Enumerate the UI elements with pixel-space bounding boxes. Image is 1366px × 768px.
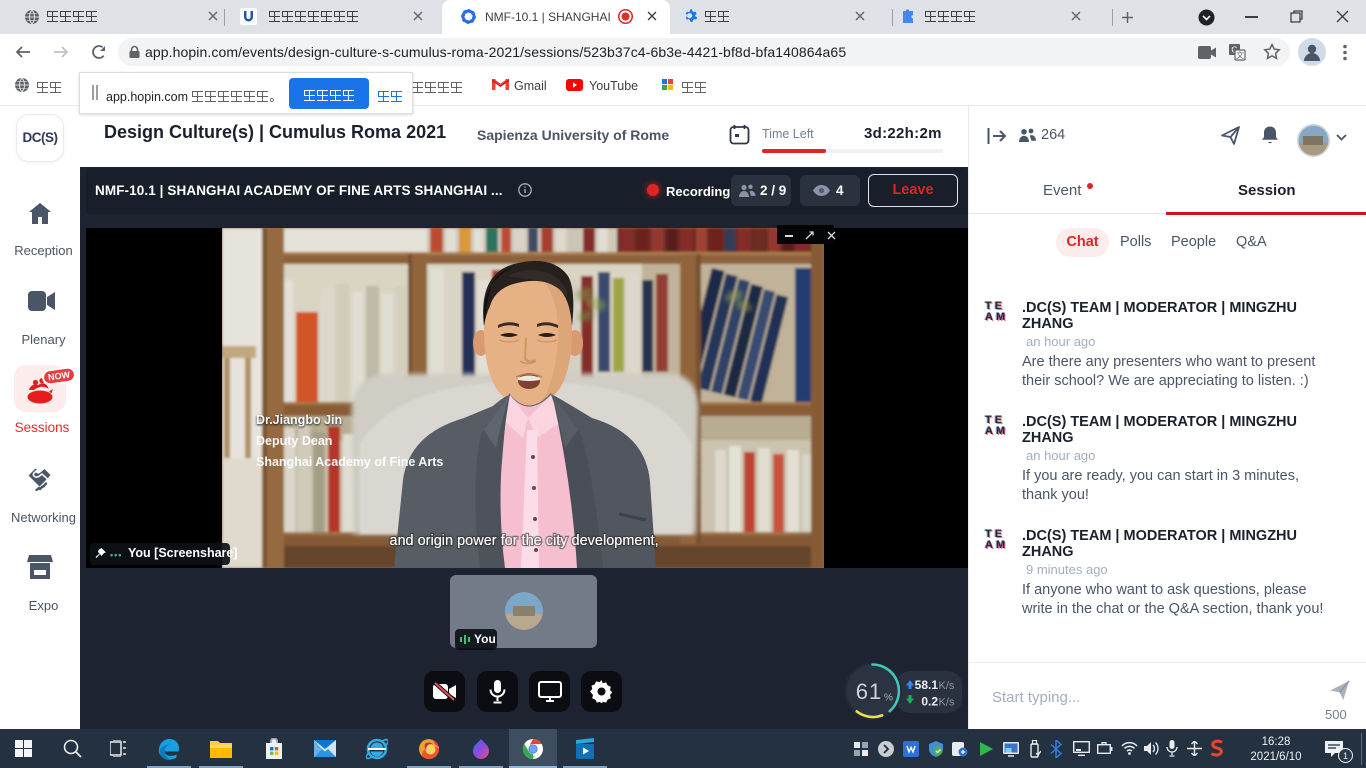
svg-text:1: 1 [1343,751,1348,761]
svg-text:Deputy Dean: Deputy Dean [256,434,332,448]
svg-text:K/s: K/s [939,680,955,692]
svg-text:K/s: K/s [939,697,955,709]
svg-text:%: % [884,693,893,704]
svg-text:and origin power for the: and origin power for the city developmen… [389,533,658,549]
svg-text:61: 61 [856,679,882,704]
svg-text:Shanghai Academy of Fine Arts: Shanghai Academy of Fine Arts [256,455,443,469]
svg-text:文: 文 [1236,50,1244,60]
svg-text:58.1: 58.1 [915,678,939,692]
svg-text:0.2: 0.2 [921,695,938,709]
svg-text:Dr.Jiangbo Jin: Dr.Jiangbo Jin [256,413,342,427]
